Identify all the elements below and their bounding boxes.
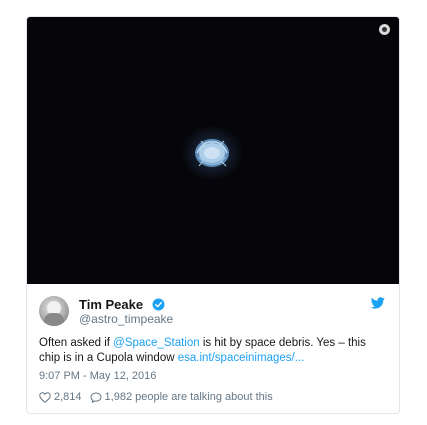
- author-handle[interactable]: @astro_timpeake: [79, 312, 173, 326]
- verified-badge-icon: [152, 298, 165, 311]
- tweet-text: Often asked if @Space_Station is hit by …: [39, 336, 389, 366]
- info-icon[interactable]: [379, 24, 390, 35]
- tweet-stats: 2,814 1,982 people are talking about thi…: [39, 391, 273, 403]
- like-stat[interactable]: 2,814: [39, 391, 82, 403]
- speech-bubble-icon[interactable]: [90, 391, 102, 403]
- conversation-stat[interactable]: 1,982 people are talking about this: [90, 391, 273, 403]
- tweet-text-start: Often asked if: [39, 337, 114, 349]
- author-display-name[interactable]: Tim Peake: [79, 297, 143, 312]
- avatar[interactable]: [39, 296, 69, 326]
- twitter-bird-icon[interactable]: [371, 297, 385, 309]
- tweet-timestamp[interactable]: 9:07 PM - May 12, 2016: [39, 370, 156, 382]
- like-count: 2,814: [54, 391, 82, 403]
- tweet-card[interactable]: Tim Peake @astro_timpeake Often asked if…: [26, 16, 400, 414]
- window-chip-image: [181, 125, 243, 181]
- mention-link[interactable]: @Space_Station: [113, 337, 199, 349]
- article-link[interactable]: esa.int/spaceinimages/...: [178, 352, 305, 364]
- conversation-count: 1,982 people are talking about this: [104, 391, 273, 403]
- heart-icon[interactable]: [39, 391, 51, 403]
- chip-glow: [181, 125, 243, 181]
- tweet-photo[interactable]: [27, 17, 399, 284]
